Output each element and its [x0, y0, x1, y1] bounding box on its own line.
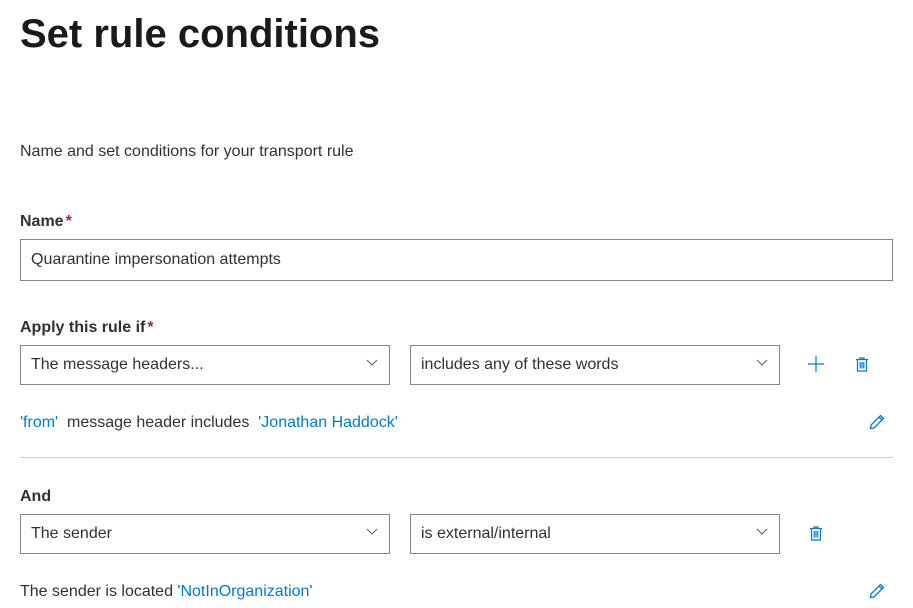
page-title: Set rule conditions: [20, 12, 893, 57]
delete-condition2-button[interactable]: [800, 518, 832, 550]
plus-icon: [806, 354, 826, 377]
apply-rule-section: Apply this rule if* The message headers.…: [20, 319, 893, 458]
page-description: Name and set conditions for your transpo…: [20, 143, 893, 161]
apply-rule-label: Apply this rule if*: [20, 319, 893, 337]
condition2-predicate-value: is external/internal: [421, 525, 551, 543]
name-field-section: Name*: [20, 213, 893, 281]
condition2-summary-value: 'NotInOrganization': [177, 583, 312, 601]
condition2-summary-prefix: The sender is located: [20, 583, 177, 601]
condition1-subject-dropdown[interactable]: The message headers...: [20, 345, 390, 385]
pencil-icon: [868, 582, 886, 603]
required-indicator: *: [147, 319, 153, 336]
name-label-text: Name: [20, 213, 64, 230]
condition2-summary-row: The sender is located 'NotInOrganization…: [20, 576, 893, 608]
name-label: Name*: [20, 213, 893, 231]
chevron-down-icon: [755, 356, 769, 375]
trash-icon: [807, 524, 825, 545]
condition1-predicate-dropdown[interactable]: includes any of these words: [410, 345, 780, 385]
condition2-subject-value: The sender: [31, 525, 112, 543]
pencil-icon: [868, 413, 886, 434]
condition2-dropdown-row: The sender is external/internal: [20, 514, 893, 554]
condition-divider: [20, 457, 893, 458]
condition1-summary-row: 'from' message header includes 'Jonathan…: [20, 407, 893, 439]
and-label: And: [20, 488, 893, 506]
condition1-summary-verb: message header includes: [58, 414, 258, 432]
trash-icon: [853, 355, 871, 376]
condition2-subject-dropdown[interactable]: The sender: [20, 514, 390, 554]
chevron-down-icon: [365, 525, 379, 544]
delete-condition-button[interactable]: [846, 349, 878, 381]
condition1-actions: [800, 349, 878, 381]
and-section: And The sender is external/internal: [20, 488, 893, 608]
condition1-summary: 'from' message header includes 'Jonathan…: [20, 414, 398, 432]
edit-condition2-button[interactable]: [861, 576, 893, 608]
chevron-down-icon: [365, 356, 379, 375]
required-indicator: *: [66, 213, 72, 230]
condition1-summary-value: 'Jonathan Haddock': [258, 414, 398, 432]
condition1-subject-value: The message headers...: [31, 356, 204, 374]
apply-rule-label-text: Apply this rule if: [20, 319, 145, 336]
add-condition-button[interactable]: [800, 349, 832, 381]
condition1-predicate-value: includes any of these words: [421, 356, 618, 374]
name-input[interactable]: [20, 239, 893, 281]
condition1-dropdown-row: The message headers... includes any of t…: [20, 345, 893, 385]
chevron-down-icon: [755, 525, 769, 544]
condition2-actions: [800, 518, 832, 550]
condition1-summary-header: 'from': [20, 414, 58, 432]
edit-condition1-button[interactable]: [861, 407, 893, 439]
condition2-predicate-dropdown[interactable]: is external/internal: [410, 514, 780, 554]
condition2-summary: The sender is located 'NotInOrganization…: [20, 583, 313, 601]
